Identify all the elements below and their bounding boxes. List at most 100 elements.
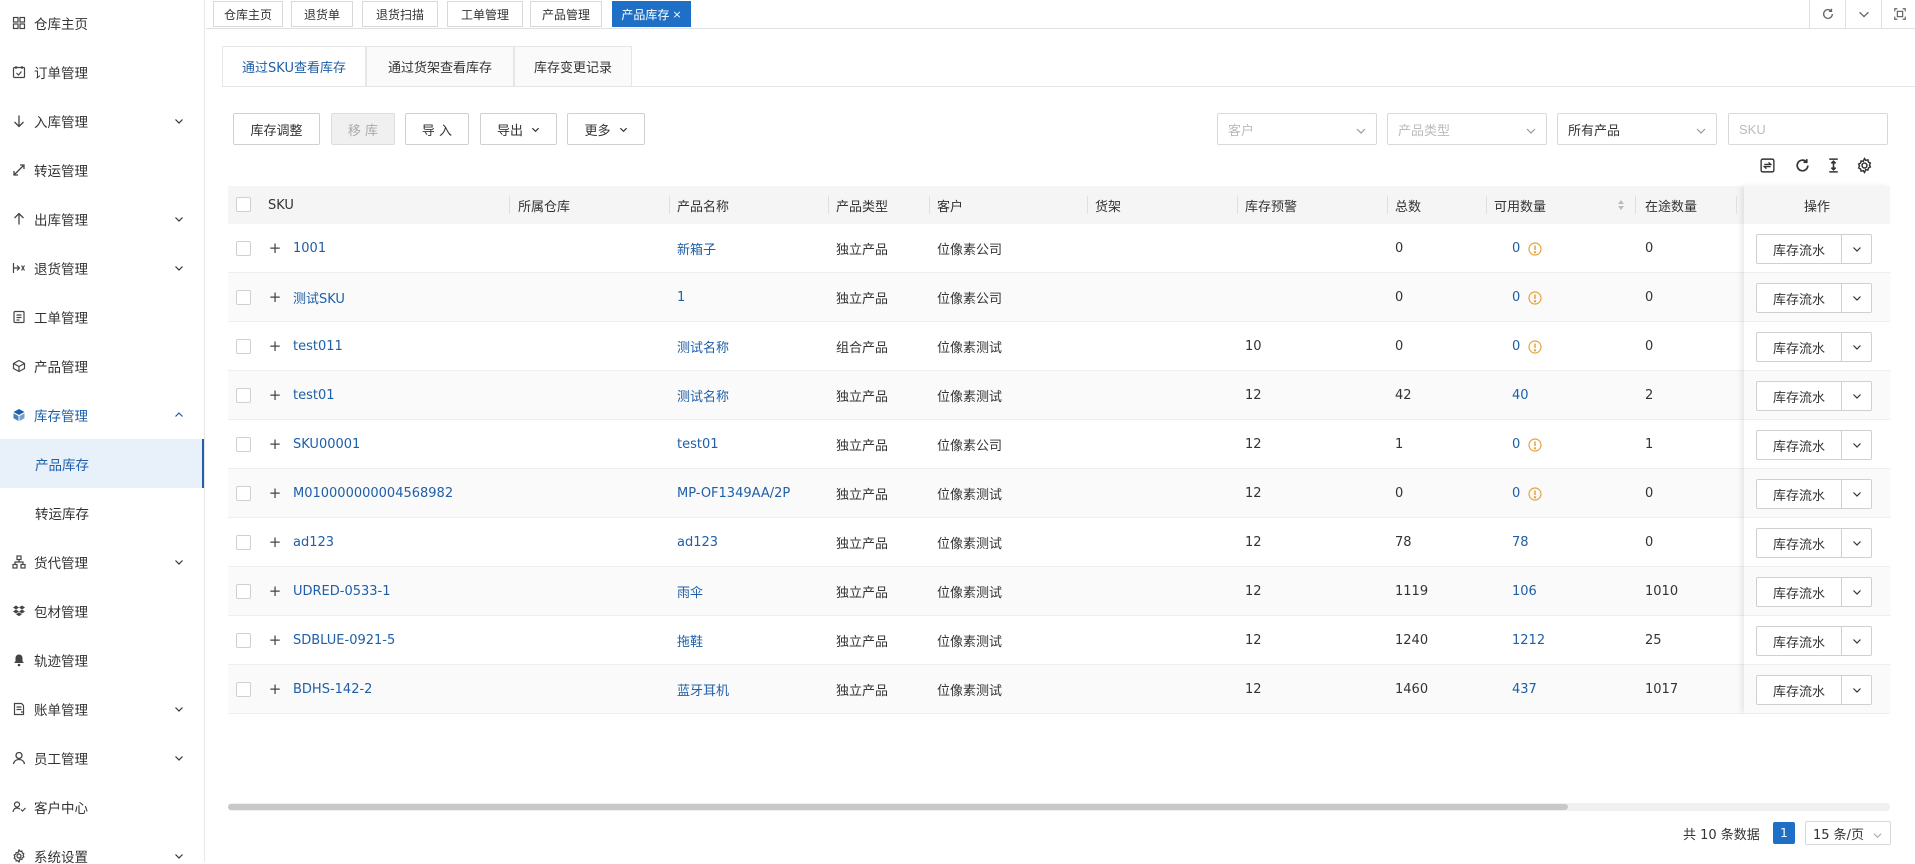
warning-icon[interactable]: [1528, 339, 1542, 354]
row-checkbox[interactable]: [236, 437, 251, 452]
available-link[interactable]: 437: [1512, 682, 1537, 697]
product-name-link[interactable]: 测试名称: [677, 322, 729, 371]
top-tab[interactable]: 产品管理: [530, 1, 602, 27]
sidebar-subitem[interactable]: 转运库存: [0, 488, 204, 537]
row-checkbox[interactable]: [236, 682, 251, 697]
sku-link[interactable]: ad123: [293, 518, 334, 567]
sku-link[interactable]: M010000000004568982: [293, 469, 453, 518]
stock-flow-button[interactable]: 库存流水: [1756, 332, 1842, 362]
chevron-down-icon[interactable]: [1841, 479, 1872, 509]
settings-icon[interactable]: [1855, 156, 1873, 174]
page-button-current[interactable]: 1: [1773, 822, 1795, 844]
chevron-down-icon[interactable]: [1841, 381, 1872, 411]
sidebar-item[interactable]: 库存管理: [0, 390, 204, 439]
content-tab[interactable]: 通过货架查看库存: [366, 46, 514, 86]
product-name-link[interactable]: 1: [677, 273, 685, 322]
top-tab[interactable]: 工单管理: [447, 1, 523, 27]
top-tab[interactable]: 退货单: [291, 1, 353, 27]
chevron-down-icon[interactable]: [1841, 528, 1872, 558]
export-button[interactable]: 导出: [480, 113, 557, 145]
warning-icon[interactable]: [1528, 290, 1542, 305]
expand-icon[interactable]: +: [268, 386, 282, 404]
expand-icon[interactable]: +: [268, 582, 282, 600]
export-file-icon[interactable]: [1758, 156, 1776, 174]
available-link[interactable]: 0: [1512, 437, 1520, 452]
page-size-select[interactable]: 15 条/页: [1805, 821, 1891, 845]
sidebar-item[interactable]: 订单管理: [0, 47, 204, 96]
sku-search-input[interactable]: [1729, 114, 1915, 144]
sku-link[interactable]: 测试SKU: [293, 273, 345, 322]
product-name-link[interactable]: MP-OF1349AA/2P: [677, 469, 790, 518]
horizontal-scrollbar[interactable]: [228, 803, 1890, 811]
product-scope-select[interactable]: 所有产品: [1557, 113, 1717, 145]
chevron-down-icon[interactable]: [1841, 675, 1872, 705]
product-name-link[interactable]: 蓝牙耳机: [677, 665, 729, 714]
sku-link[interactable]: UDRED-0533-1: [293, 567, 391, 616]
close-icon[interactable]: ×: [672, 8, 681, 21]
expand-icon[interactable]: +: [268, 288, 282, 306]
content-tab[interactable]: 库存变更记录: [514, 46, 632, 86]
stock-flow-button[interactable]: 库存流水: [1756, 479, 1842, 509]
available-link[interactable]: 0: [1512, 241, 1520, 256]
expand-icon[interactable]: +: [268, 484, 282, 502]
sku-link[interactable]: 1001: [293, 224, 326, 273]
sidebar-item[interactable]: 工单管理: [0, 292, 204, 341]
sidebar-item[interactable]: 系统设置: [0, 831, 204, 864]
warning-icon[interactable]: [1528, 437, 1542, 452]
product-name-link[interactable]: ad123: [677, 518, 718, 567]
sidebar-item[interactable]: 包材管理: [0, 586, 204, 635]
stock-flow-button[interactable]: 库存流水: [1756, 626, 1842, 656]
sidebar-item[interactable]: 退货管理: [0, 243, 204, 292]
sku-link[interactable]: SKU00001: [293, 420, 360, 469]
expand-icon[interactable]: +: [268, 337, 282, 355]
available-link[interactable]: 0: [1512, 290, 1520, 305]
chevron-down-icon[interactable]: [1841, 626, 1872, 656]
scrollbar-thumb[interactable]: [228, 804, 1568, 810]
row-checkbox[interactable]: [236, 633, 251, 648]
sidebar-item[interactable]: 转运管理: [0, 145, 204, 194]
top-tab[interactable]: 仓库主页: [213, 1, 283, 27]
product-type-select[interactable]: 产品类型: [1387, 113, 1547, 145]
available-link[interactable]: 0: [1512, 339, 1520, 354]
stock-flow-button[interactable]: 库存流水: [1756, 283, 1842, 313]
product-name-link[interactable]: 拖鞋: [677, 616, 703, 665]
sort-icon[interactable]: [1617, 186, 1625, 224]
sidebar-item[interactable]: 入库管理: [0, 96, 204, 145]
row-checkbox[interactable]: [236, 486, 251, 501]
chevron-down-icon[interactable]: [1841, 577, 1872, 607]
stock-adjust-button[interactable]: 库存调整: [233, 113, 320, 145]
sidebar-item[interactable]: 轨迹管理: [0, 635, 204, 684]
stock-flow-button[interactable]: 库存流水: [1756, 577, 1842, 607]
column-height-icon[interactable]: [1824, 156, 1842, 174]
sidebar-item[interactable]: 客户中心: [0, 782, 204, 831]
warning-icon[interactable]: [1528, 486, 1542, 501]
move-stock-button[interactable]: 移 库: [331, 113, 395, 145]
sku-link[interactable]: BDHS-142-2: [293, 665, 372, 714]
expand-icon[interactable]: +: [268, 533, 282, 551]
stock-flow-button[interactable]: 库存流水: [1756, 528, 1842, 558]
product-name-link[interactable]: 新箱子: [677, 224, 716, 273]
row-checkbox[interactable]: [236, 535, 251, 550]
import-button[interactable]: 导 入: [405, 113, 469, 145]
available-link[interactable]: 0: [1512, 486, 1520, 501]
sidebar-item[interactable]: 货代管理: [0, 537, 204, 586]
refresh-icon[interactable]: [1793, 156, 1811, 174]
expand-icon[interactable]: +: [268, 435, 282, 453]
customer-select[interactable]: 客户: [1217, 113, 1377, 145]
row-checkbox[interactable]: [236, 241, 251, 256]
warning-icon[interactable]: [1528, 241, 1542, 256]
sku-link[interactable]: test01: [293, 371, 335, 420]
stock-flow-button[interactable]: 库存流水: [1756, 675, 1842, 705]
chevron-down-icon[interactable]: [1841, 234, 1872, 264]
available-link[interactable]: 1212: [1512, 633, 1545, 648]
stock-flow-button[interactable]: 库存流水: [1756, 234, 1842, 264]
row-checkbox[interactable]: [236, 584, 251, 599]
product-name-link[interactable]: test01: [677, 420, 719, 469]
top-tab[interactable]: 退货扫描: [362, 1, 438, 27]
sku-link[interactable]: SDBLUE-0921-5: [293, 616, 395, 665]
top-tab[interactable]: 产品库存 ×: [612, 1, 691, 27]
product-name-link[interactable]: 雨伞: [677, 567, 703, 616]
stock-flow-button[interactable]: 库存流水: [1756, 430, 1842, 460]
sidebar-item[interactable]: 产品管理: [0, 341, 204, 390]
sku-link[interactable]: test011: [293, 322, 343, 371]
